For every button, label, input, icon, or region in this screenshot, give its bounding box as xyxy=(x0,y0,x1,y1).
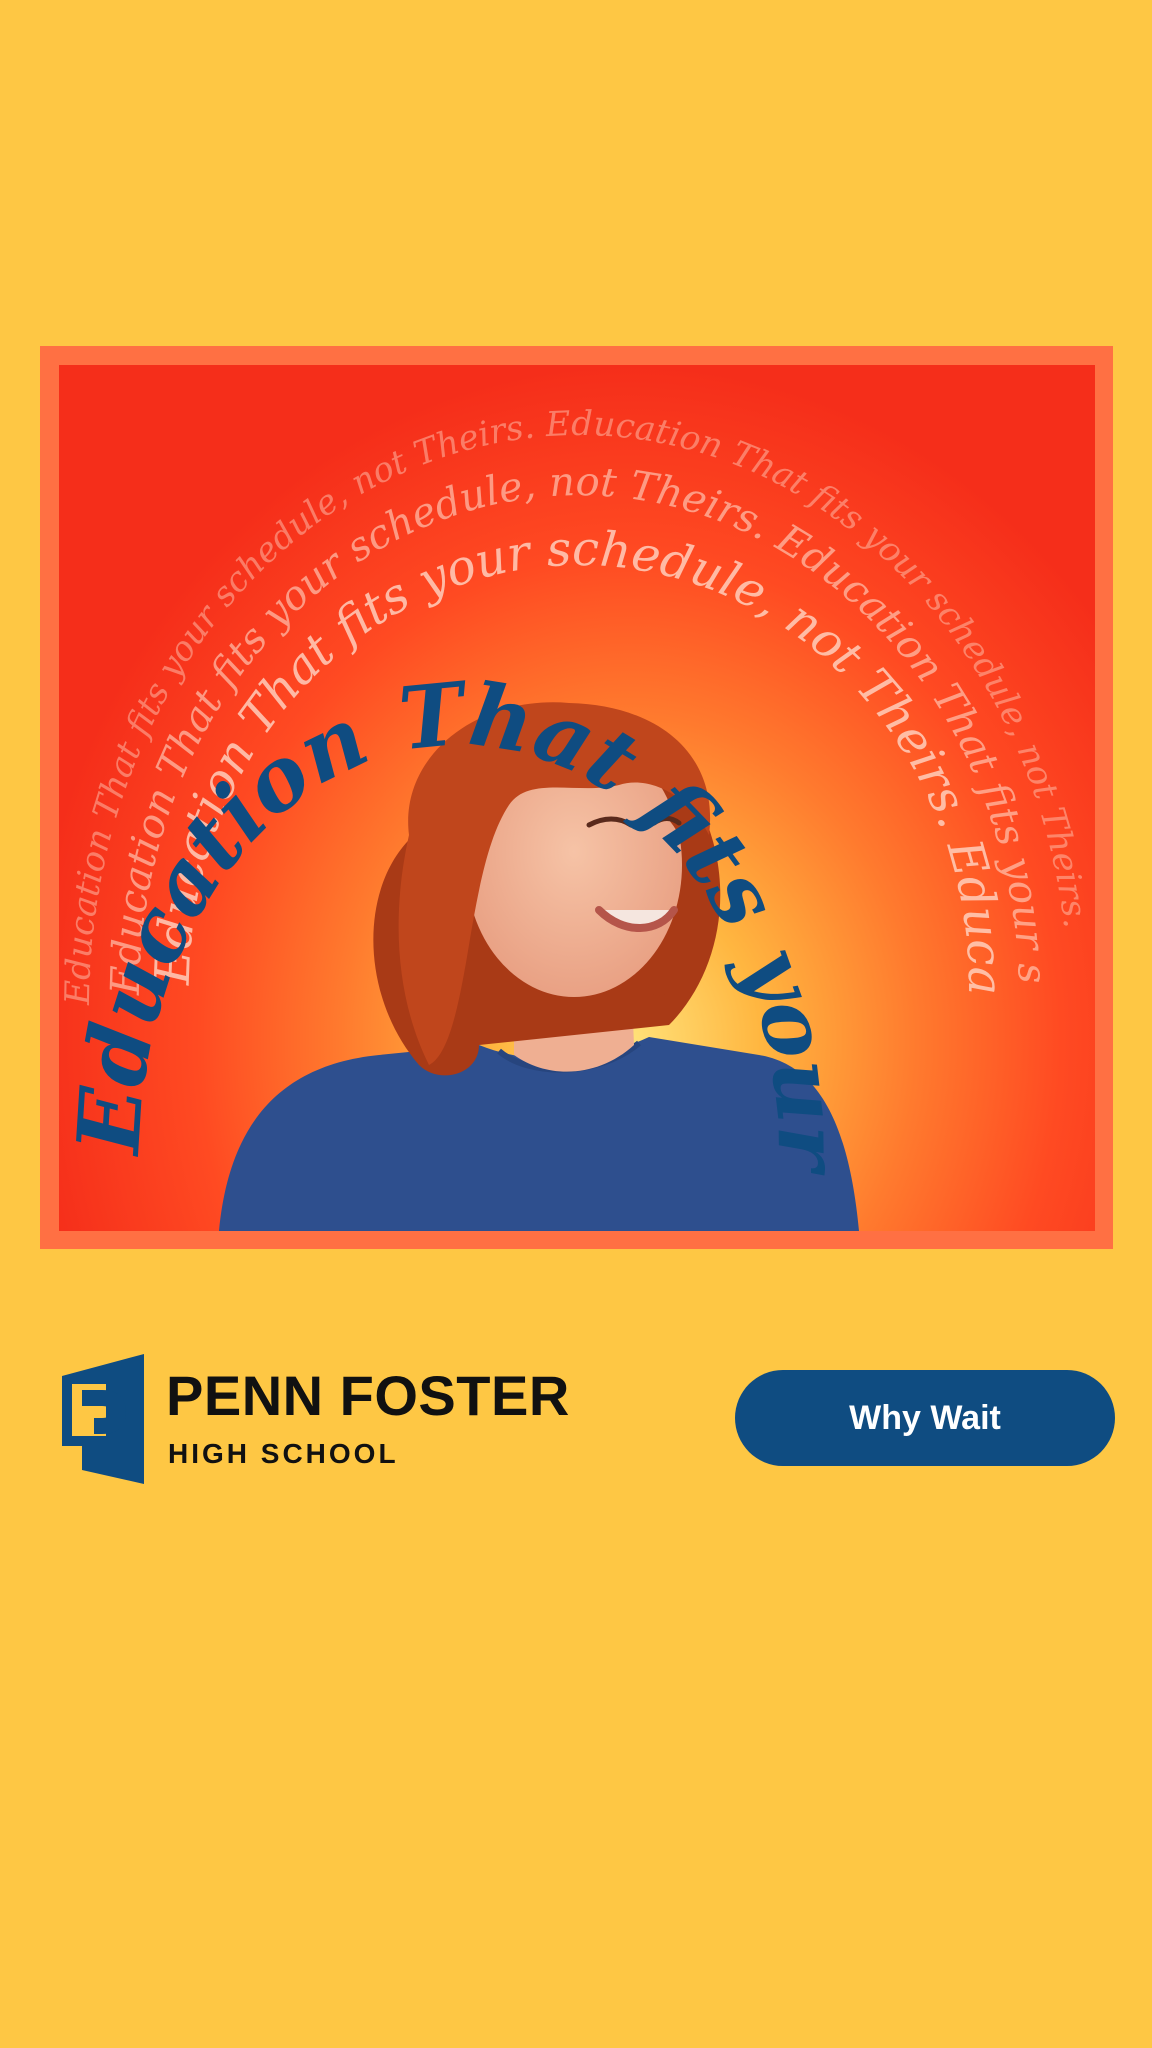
brand-name: PENN FOSTER xyxy=(166,1364,570,1427)
ad-creative[interactable]: Education That fits your schedule, not T… xyxy=(40,346,1113,1249)
why-wait-button[interactable]: Why Wait xyxy=(735,1370,1115,1466)
brand-subtitle: HIGH SCHOOL xyxy=(168,1438,399,1469)
ad-illustration: Education That fits your schedule, not T… xyxy=(59,365,1095,1231)
penn-foster-logo-icon xyxy=(62,1354,144,1484)
ad-image: Education That fits your schedule, not T… xyxy=(59,365,1095,1231)
